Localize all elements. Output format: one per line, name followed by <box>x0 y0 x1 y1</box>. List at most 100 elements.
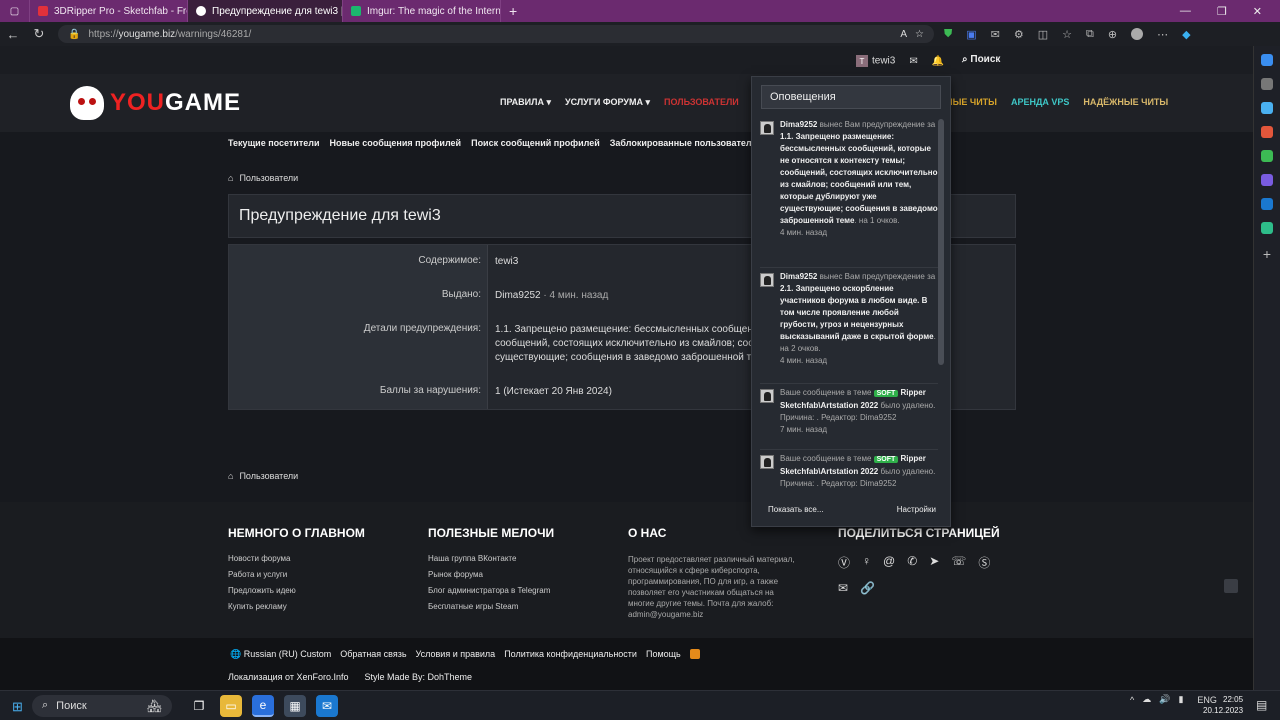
odnoklassniki-icon[interactable]: ♀ <box>862 554 871 571</box>
footer-link[interactable]: Бесплатные игры Steam <box>428 602 554 611</box>
terms-link[interactable]: Условия и правила <box>416 649 496 660</box>
notif-actor[interactable]: Dima9252 <box>780 272 817 281</box>
tray-chevron-icon[interactable]: ^ <box>1130 695 1134 705</box>
subnav-banned-users[interactable]: Заблокированные пользователи <box>610 138 757 148</box>
scroll-top-icon[interactable] <box>1224 579 1238 593</box>
whatsapp-icon[interactable]: ✆ <box>907 554 917 571</box>
home-icon[interactable]: ⌂ <box>228 471 233 481</box>
email-at-icon[interactable]: @ <box>883 554 895 571</box>
nav-vps[interactable]: АРЕНДА VPS <box>1011 97 1069 108</box>
notifications-sidebar-icon[interactable] <box>1261 54 1273 66</box>
back-icon[interactable]: ← <box>0 27 26 42</box>
file-explorer-icon[interactable]: ▭ <box>220 694 242 717</box>
help-link[interactable]: Помощь <box>646 649 681 660</box>
system-clock[interactable]: 22:05 20.12.2023 <box>1203 694 1243 716</box>
profile-avatar[interactable] <box>1131 27 1144 40</box>
localization-credit[interactable]: Локализация от XenForo.Info <box>228 672 348 682</box>
rss-icon[interactable] <box>689 649 700 659</box>
volume-icon[interactable]: 🔊 <box>1159 694 1170 705</box>
search-sidebar-icon[interactable] <box>1261 78 1273 90</box>
breadcrumb-users[interactable]: Пользователи <box>239 173 298 183</box>
notification-item[interactable]: Ваше сообщение в теме SOFT Ripper Sketch… <box>760 453 938 490</box>
mail-app-icon[interactable]: ✉ <box>316 694 338 717</box>
tools-sidebar-icon[interactable] <box>1261 126 1273 138</box>
footer-link[interactable]: Наша группа ВКонтакте <box>428 554 554 563</box>
reload-icon[interactable]: ↻ <box>26 26 52 42</box>
notif-actor[interactable]: Dima9252 <box>780 120 817 129</box>
contact-link[interactable]: Обратная связь <box>340 649 406 660</box>
url-field[interactable]: 🔒 https://yougame.biz/warnings/46281/ A … <box>58 25 934 43</box>
mail-share-icon[interactable]: ✉ <box>838 581 848 595</box>
issued-by-link[interactable]: Dima9252 <box>495 290 541 301</box>
nav-services[interactable]: УСЛУГИ ФОРУМА ▾ <box>565 97 650 108</box>
copilot-icon[interactable]: ◆ <box>1182 28 1190 41</box>
task-view-icon[interactable]: ❐ <box>188 695 210 717</box>
bell-icon[interactable]: 🔔 <box>932 56 944 67</box>
home-icon[interactable]: ⌂ <box>228 173 233 183</box>
footer-link[interactable]: Новости форума <box>228 554 365 563</box>
footer-link[interactable]: Предложить идею <box>228 586 365 595</box>
viber-icon[interactable]: ☏ <box>951 554 966 571</box>
outlook-sidebar-icon[interactable] <box>1261 198 1273 210</box>
subnav-new-profile-posts[interactable]: Новые сообщения профилей <box>330 138 462 148</box>
notifications-scrollbar[interactable] <box>938 119 944 365</box>
games-sidebar-icon[interactable] <box>1261 150 1273 162</box>
maximize-icon[interactable]: ❐ <box>1217 5 1227 18</box>
show-all-link[interactable]: Показать все... <box>768 505 824 514</box>
footer-link[interactable]: Купить рекламу <box>228 602 365 611</box>
inbox-icon[interactable]: ✉ <box>909 56 917 67</box>
breadcrumb-users[interactable]: Пользователи <box>239 471 298 481</box>
tab-actions-icon[interactable]: ▢ <box>0 0 30 22</box>
add-sidebar-icon[interactable]: + <box>1263 246 1271 262</box>
tab-imgur[interactable]: Imgur: The magic of the Internet ✕ <box>343 0 501 22</box>
tab-3dripper[interactable]: 3DRipper Pro - Sketchfab - Free ✕ <box>30 0 188 22</box>
privacy-link[interactable]: Политика конфиденциальности <box>504 649 637 660</box>
tab-warning[interactable]: Предупреждение для tewi3 | Cs ✕ <box>188 0 343 22</box>
battery-icon[interactable]: ▮ <box>1178 694 1183 705</box>
shopping-sidebar-icon[interactable] <box>1261 102 1273 114</box>
subnav-search-profile-posts[interactable]: Поиск сообщений профилей <box>471 138 600 148</box>
taskbar-search[interactable]: ⌕ Поиск 🏘 <box>32 694 172 717</box>
shield-extension-icon[interactable]: ⛊ <box>944 28 952 41</box>
notification-item[interactable]: Dima9252 вынес Вам предупреждение за 2.1… <box>760 271 938 367</box>
vk-icon[interactable]: Ⓥ <box>838 554 850 571</box>
collections-icon[interactable]: ⧉ <box>1086 28 1094 41</box>
favorite-star-icon[interactable]: ☆ <box>915 29 924 40</box>
search-button[interactable]: ⌕ Поиск <box>962 54 1000 65</box>
nav-users[interactable]: ПОЛЬЗОВАТЕЛИ <box>664 97 739 108</box>
subnav-current-visitors[interactable]: Текущие посетители <box>228 138 320 148</box>
window-close-icon[interactable]: ✕ <box>1253 5 1262 18</box>
cloud-icon[interactable]: ☁ <box>1142 694 1151 705</box>
telegram-icon[interactable]: ➤ <box>929 554 939 571</box>
split-screen-icon[interactable]: ◫ <box>1038 28 1048 41</box>
office-sidebar-icon[interactable] <box>1261 174 1273 186</box>
link-share-icon[interactable]: 🔗 <box>860 581 875 595</box>
site-logo[interactable]: YOUGAME <box>70 86 241 120</box>
footer-link[interactable]: Рынок форума <box>428 570 554 579</box>
edge-browser-icon[interactable]: e <box>252 694 274 717</box>
notification-item[interactable]: Ваше сообщение в теме SOFT Ripper Sketch… <box>760 387 938 436</box>
more-menu-icon[interactable]: ⋯ <box>1157 28 1168 41</box>
footer-link[interactable]: Блог администратора в Telegram <box>428 586 554 595</box>
new-tab-button[interactable]: + <box>501 0 525 22</box>
style-credit[interactable]: Style Made By: DohTheme <box>364 672 472 682</box>
mail-extension-icon[interactable]: ✉ <box>991 28 1000 41</box>
favorites-icon[interactable]: ☆ <box>1062 28 1072 41</box>
notification-center-icon[interactable]: ▤ <box>1256 698 1267 712</box>
vpn-extension-icon[interactable]: ▣ <box>966 28 976 41</box>
nav-reliable-cheats[interactable]: НАДЁЖНЫЕ ЧИТЫ <box>1083 97 1168 108</box>
drop-sidebar-icon[interactable] <box>1261 222 1273 234</box>
minimize-icon[interactable]: — <box>1180 5 1191 17</box>
footer-link[interactable]: Работа и услуги <box>228 570 365 579</box>
read-aloud-icon[interactable]: A <box>900 29 907 40</box>
notification-item[interactable]: Dima9252 вынес Вам предупреждение за 1.1… <box>760 119 938 239</box>
store-icon[interactable]: ▦ <box>284 694 306 717</box>
extensions-icon[interactable]: ⚙ <box>1014 28 1024 41</box>
screenshot-icon[interactable]: ⊕ <box>1108 28 1117 41</box>
windows-start-icon[interactable]: ⊞ <box>12 699 23 715</box>
user-menu[interactable]: Ttewi3 <box>856 55 895 67</box>
skype-icon[interactable]: Ⓢ <box>978 554 990 571</box>
nav-rules[interactable]: ПРАВИЛА ▾ <box>500 97 551 108</box>
notification-settings-link[interactable]: Настройки <box>897 505 936 514</box>
language-chooser[interactable]: 🌐 Russian (RU) Custom <box>230 649 331 660</box>
